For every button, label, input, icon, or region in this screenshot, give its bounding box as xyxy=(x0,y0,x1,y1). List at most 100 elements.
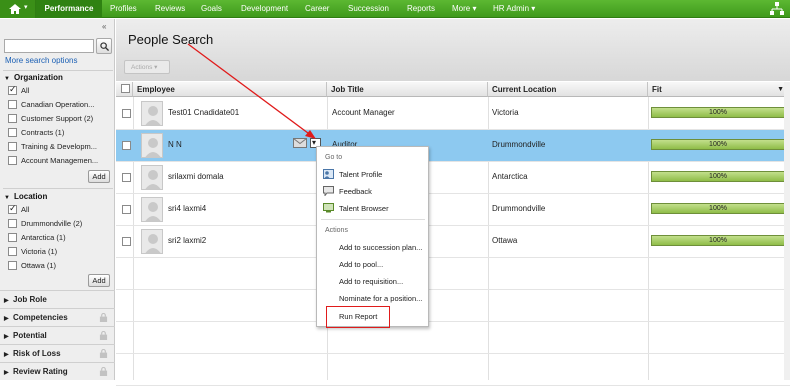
search-input[interactable] xyxy=(4,39,94,53)
table-row[interactable]: sri2 laxmi2 Ottawa 100% xyxy=(116,226,790,258)
more-search-options-link[interactable]: More search options xyxy=(5,56,77,65)
checkbox[interactable] xyxy=(8,218,17,228)
menu-separator xyxy=(321,219,425,220)
employee-name[interactable]: Test01 Cnadidate01 xyxy=(168,108,239,117)
mail-icon[interactable] xyxy=(293,138,307,148)
org-add-button[interactable]: Add xyxy=(88,170,110,183)
location-add-button[interactable]: Add xyxy=(88,274,110,287)
nav-item-profiles[interactable]: Profiles xyxy=(110,0,137,18)
filter-job-role[interactable]: ▶ Job Role xyxy=(0,290,115,308)
nav-item-career[interactable]: Career xyxy=(305,0,329,18)
menu-item-add-to-requisition[interactable]: Add to requisition... xyxy=(339,277,403,286)
loc-option-label: All xyxy=(21,205,30,214)
checkbox[interactable] xyxy=(8,99,17,109)
nav-item-reviews[interactable]: Reviews xyxy=(155,0,185,18)
checkbox[interactable] xyxy=(8,155,17,165)
employee-name[interactable]: sri2 laxmi2 xyxy=(168,236,206,245)
org-chart-icon[interactable] xyxy=(770,2,784,16)
table-row[interactable]: sri4 laxmi4 Drummondville 100% xyxy=(116,194,790,226)
checkbox[interactable] xyxy=(8,246,17,256)
menu-item-nominate-for-position[interactable]: Nominate for a position... xyxy=(339,294,422,303)
checkbox[interactable] xyxy=(8,84,17,95)
column-header-job-title[interactable]: Job Title xyxy=(327,82,488,97)
main-content: People Search Actions ▾ Employee Job Tit… xyxy=(116,19,790,386)
column-header-current-location[interactable]: Current Location xyxy=(488,82,648,97)
select-all-checkbox[interactable] xyxy=(121,84,130,94)
org-option-training[interactable]: Training & Developm... xyxy=(8,141,97,152)
menu-item-add-to-pool[interactable]: Add to pool... xyxy=(339,260,383,269)
fit-bar: 100% xyxy=(651,235,785,246)
employee-name[interactable]: srilaxmi domala xyxy=(168,172,224,181)
column-header-employee[interactable]: Employee xyxy=(133,82,327,97)
empty-row xyxy=(116,258,790,290)
column-header-fit[interactable]: Fit ▼ xyxy=(648,82,790,97)
menu-item-feedback[interactable]: Feedback xyxy=(339,187,372,196)
fit-bar: 100% xyxy=(651,139,785,150)
select-all-header[interactable] xyxy=(116,82,133,97)
sort-down-icon[interactable]: ▼ xyxy=(777,82,784,97)
checkbox[interactable] xyxy=(8,203,17,214)
menu-item-talent-browser[interactable]: Talent Browser xyxy=(339,204,389,213)
row-checkbox[interactable] xyxy=(122,173,131,182)
filter-risk-of-loss[interactable]: ▶ Risk of Loss xyxy=(0,344,115,362)
checkbox[interactable] xyxy=(8,232,17,242)
current-location: Drummondville xyxy=(492,140,546,149)
row-checkbox[interactable] xyxy=(122,237,131,246)
row-checkbox[interactable] xyxy=(122,141,131,150)
search-button[interactable] xyxy=(96,38,112,54)
employee-name[interactable]: N N xyxy=(168,140,182,149)
checkbox[interactable] xyxy=(8,260,17,270)
org-option-customer-support[interactable]: Customer Support (2) xyxy=(8,113,93,124)
loc-option-drummondville[interactable]: Drummondville (2) xyxy=(8,218,82,229)
filter-competencies[interactable]: ▶ Competencies xyxy=(0,308,115,326)
org-option-contracts[interactable]: Contracts (1) xyxy=(8,127,64,138)
table-row[interactable]: N N Auditor Drummondville 100% xyxy=(116,130,790,162)
avatar xyxy=(141,133,163,158)
top-navigation-bar: ▾ Performance Profiles Reviews Goals Dev… xyxy=(0,0,790,18)
nav-item-succession[interactable]: Succession xyxy=(348,0,389,18)
filter-review-rating[interactable]: ▶ Review Rating xyxy=(0,362,115,380)
nav-item-more[interactable]: More ▾ xyxy=(452,0,476,18)
org-option-label: Canadian Operation... xyxy=(21,100,95,109)
fit-header-label: Fit xyxy=(652,85,662,94)
row-checkbox[interactable] xyxy=(122,205,131,214)
table-row[interactable]: srilaxmi domala Antarctica 100% xyxy=(116,162,790,194)
menu-item-talent-profile[interactable]: Talent Profile xyxy=(339,170,382,179)
organization-filter-header[interactable]: ▼ Organization xyxy=(4,73,63,82)
nav-item-development[interactable]: Development xyxy=(241,0,288,18)
checkbox[interactable] xyxy=(8,127,17,137)
nav-item-performance[interactable]: Performance xyxy=(36,0,102,18)
actions-button[interactable]: Actions ▾ xyxy=(124,60,170,74)
checkbox[interactable] xyxy=(8,141,17,151)
loc-option-all[interactable]: All xyxy=(8,203,30,215)
loc-option-victoria[interactable]: Victoria (1) xyxy=(8,246,57,257)
org-option-account-management[interactable]: Account Managemen... xyxy=(8,155,98,166)
row-checkbox[interactable] xyxy=(122,109,131,118)
org-option-all[interactable]: All xyxy=(8,84,30,96)
vertical-scrollbar[interactable] xyxy=(784,82,790,380)
current-location: Antarctica xyxy=(492,172,528,181)
home-button[interactable]: ▾ xyxy=(0,0,36,18)
filter-label: Review Rating xyxy=(13,367,68,376)
nav-item-reports[interactable]: Reports xyxy=(407,0,435,18)
search-filter-sidebar: « More search options ▼Organization All … xyxy=(0,19,115,380)
table-row[interactable]: Test01 Cnadidate01 Account Manager Victo… xyxy=(116,98,790,130)
loc-option-label: Antarctica (1) xyxy=(21,233,66,242)
loc-option-ottawa[interactable]: Ottawa (1) xyxy=(8,260,56,271)
org-option-label: All xyxy=(21,86,30,95)
menu-item-add-to-succession-plan[interactable]: Add to succession plan... xyxy=(339,243,422,252)
filter-potential[interactable]: ▶ Potential xyxy=(0,326,115,344)
empty-row xyxy=(116,290,790,322)
collapse-sidebar-icon[interactable]: « xyxy=(102,22,106,31)
filter-label: Risk of Loss xyxy=(13,349,61,358)
employee-name[interactable]: sri4 laxmi4 xyxy=(168,204,206,213)
nav-item-goals[interactable]: Goals xyxy=(201,0,222,18)
run-report-highlight-box xyxy=(326,306,390,328)
feedback-icon xyxy=(323,186,334,196)
org-option-canadian-operations[interactable]: Canadian Operation... xyxy=(8,99,95,110)
loc-option-antarctica[interactable]: Antarctica (1) xyxy=(8,232,66,243)
empty-row xyxy=(116,322,790,354)
checkbox[interactable] xyxy=(8,113,17,123)
location-filter-header[interactable]: ▼ Location xyxy=(4,192,47,201)
nav-item-hr-admin[interactable]: HR Admin ▾ xyxy=(493,0,535,18)
